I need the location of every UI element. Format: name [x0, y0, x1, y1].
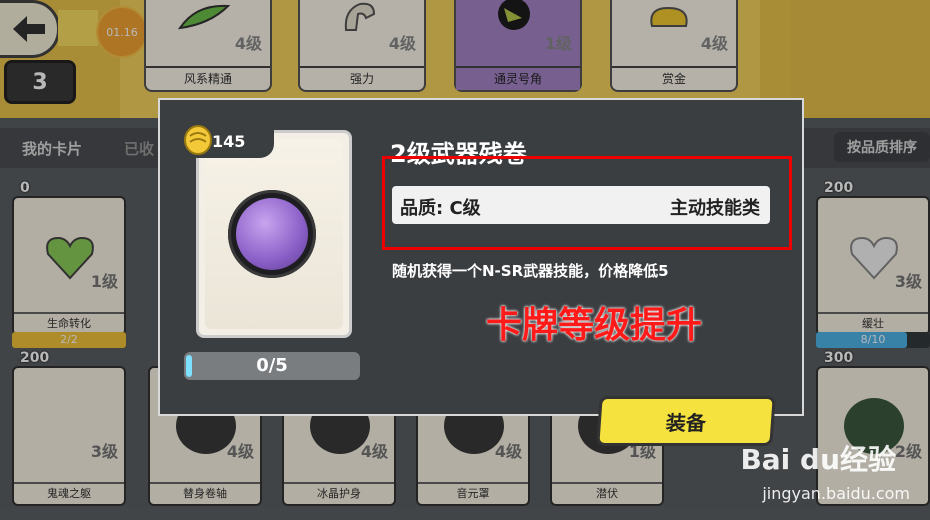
quality-label: 品质: C级 — [400, 198, 481, 219]
item-cost: 145 — [212, 132, 246, 151]
item-description: 随机获得一个N-SR武器技能，价格降低5 — [392, 262, 669, 280]
quantity-text: 0/5 — [256, 355, 288, 376]
quality-row: 品质: C级 主动技能类 — [392, 186, 770, 224]
scroll-icon — [228, 190, 316, 278]
watermark-url: jingyan.baidu.com — [762, 484, 910, 503]
fish-coin-icon — [184, 125, 212, 155]
scroll-orb-fill — [236, 198, 308, 270]
quantity-bar: 0/5 — [184, 352, 360, 380]
game-screen: 01.16 3 4级 风系精通 4级 强力 1级 通灵号角 4级 赏金 我的卡片… — [0, 0, 930, 520]
baidu-watermark: Bai du经验 — [740, 443, 896, 476]
skill-type: 主动技能类 — [670, 198, 760, 219]
card-detail-dialog: 145 0/5 2级武器残卷 品质: C级 主动技能类 随机获得一个N-SR武器… — [158, 98, 804, 446]
annotation-text: 卡牌等级提升 — [486, 304, 703, 346]
